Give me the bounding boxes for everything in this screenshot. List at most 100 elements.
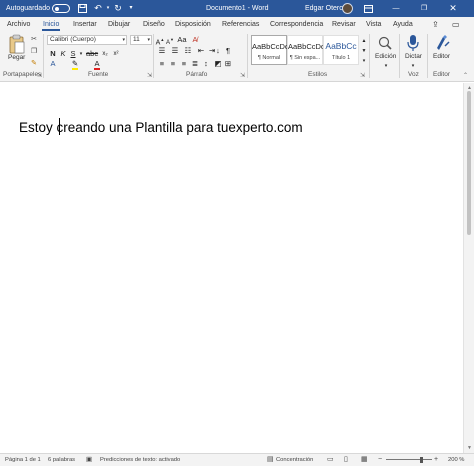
text-predictions-status[interactable]: Predicciones de texto: activado	[100, 454, 180, 466]
paste-icon[interactable]	[8, 34, 26, 54]
paste-button[interactable]: Pegar	[8, 54, 25, 61]
style-heading-1[interactable]: AaBbCc Título 1	[323, 35, 359, 65]
font-name-select[interactable]: Calibri (Cuerpo) ▾	[47, 35, 127, 45]
show-formatting-icon[interactable]: ¶	[223, 46, 233, 56]
align-left-icon[interactable]: ≡	[157, 59, 167, 69]
editing-button[interactable]: Edición	[375, 53, 396, 60]
bold-icon[interactable]: N	[48, 49, 58, 59]
subscript-icon[interactable]: x₂	[100, 49, 110, 59]
align-right-icon[interactable]: ≡	[179, 59, 189, 69]
tab-ayuda[interactable]: Ayuda	[393, 17, 413, 32]
paragraph-launcher-icon[interactable]: ⇲	[240, 72, 245, 79]
superscript-icon[interactable]: x²	[111, 49, 121, 59]
microphone-icon[interactable]	[406, 34, 420, 52]
zoom-out-icon[interactable]: −	[378, 454, 382, 466]
ribbon-display-icon[interactable]	[362, 0, 374, 17]
styles-scroll-up-icon[interactable]: ▲	[359, 36, 369, 46]
restore-icon[interactable]: ❐	[418, 0, 430, 17]
text-cursor	[59, 118, 60, 135]
zoom-slider-thumb[interactable]	[420, 457, 423, 463]
highlight-icon[interactable]: ✎	[70, 59, 80, 70]
dictate-button[interactable]: Dictar	[405, 53, 422, 60]
tab-disposicion[interactable]: Disposición	[175, 17, 211, 32]
tab-archivo[interactable]: Archivo	[7, 17, 30, 32]
tab-correspondencia[interactable]: Correspondencia	[270, 17, 323, 32]
print-layout-icon[interactable]: ▯	[344, 454, 348, 466]
italic-icon[interactable]: K	[58, 49, 68, 59]
redo-icon[interactable]: ↻	[112, 0, 124, 17]
styles-more-icon[interactable]: ▾	[359, 56, 369, 66]
bullets-icon[interactable]: ☰	[157, 46, 167, 56]
word-count[interactable]: 6 palabras	[48, 454, 75, 466]
zoom-in-icon[interactable]: +	[434, 454, 438, 466]
document-text[interactable]: Estoy creando una Plantilla para tuexper…	[19, 120, 303, 135]
font-launcher-icon[interactable]: ⇲	[147, 72, 152, 79]
style-heading-1-name: Título 1	[331, 55, 351, 61]
cut-icon[interactable]: ✂	[30, 36, 38, 44]
strikethrough-icon[interactable]: abc	[86, 49, 98, 59]
decrease-indent-icon[interactable]: ⇤	[196, 46, 206, 56]
page-count[interactable]: Página 1 de 1	[5, 454, 41, 466]
tab-insertar[interactable]: Insertar	[73, 17, 97, 32]
tab-inicio[interactable]: Inicio	[41, 17, 61, 32]
share-icon[interactable]: ⇪	[432, 17, 439, 32]
style-heading-1-sample: AaBbCc	[325, 41, 357, 51]
tab-dibujar[interactable]: Dibujar	[108, 17, 130, 32]
style-no-spacing[interactable]: AaBbCcDc ¶ Sin espa...	[287, 35, 325, 65]
minimize-icon[interactable]: —	[390, 0, 402, 17]
editor-button[interactable]: Editor	[433, 53, 450, 60]
vertical-scrollbar[interactable]: ▲ ▼	[463, 83, 474, 453]
customize-toolbar-icon[interactable]: ▾	[125, 0, 137, 17]
avatar[interactable]	[342, 3, 353, 14]
autosave-toggle[interactable]	[52, 4, 70, 13]
clear-formatting-icon[interactable]: A̸	[190, 35, 200, 45]
web-layout-icon[interactable]: ▦	[361, 454, 368, 466]
search-icon[interactable]	[377, 35, 395, 52]
user-name[interactable]: Edgar Otero	[305, 0, 343, 17]
style-normal[interactable]: AaBbCcDc ¶ Normal	[251, 35, 289, 65]
font-name-value: Calibri (Cuerpo)	[50, 36, 96, 43]
multilevel-list-icon[interactable]: ☷	[183, 46, 193, 56]
zoom-level[interactable]: 200 %	[448, 454, 464, 466]
shading-icon[interactable]: ◩	[213, 59, 223, 69]
focus-mode-button[interactable]: Concentración	[276, 454, 313, 466]
font-color-icon[interactable]: A	[92, 59, 102, 70]
close-icon[interactable]: ✕	[447, 0, 459, 17]
window-title: Documento1 - Word	[206, 5, 269, 12]
styles-launcher-icon[interactable]: ⇲	[360, 72, 365, 79]
scroll-down-icon[interactable]: ▼	[467, 445, 472, 451]
chevron-down-icon[interactable]: ▾	[381, 61, 391, 71]
tab-referencias[interactable]: Referencias	[222, 17, 259, 32]
tab-vista[interactable]: Vista	[366, 17, 381, 32]
collapse-ribbon-icon[interactable]: ⌃	[463, 72, 468, 79]
styles-scroll-down-icon[interactable]: ▼	[359, 46, 369, 56]
style-normal-sample: AaBbCcDc	[252, 42, 289, 51]
tab-revisar[interactable]: Revisar	[332, 17, 356, 32]
format-painter-icon[interactable]: ✎	[30, 60, 38, 68]
font-size-select[interactable]: 11 ▾	[130, 35, 152, 45]
paragraph-group-label: Párrafo	[186, 71, 208, 78]
borders-icon[interactable]: ⊞	[223, 59, 233, 69]
justify-icon[interactable]: ≣	[190, 59, 200, 69]
align-center-icon[interactable]: ≡	[168, 59, 178, 69]
text-effects-icon[interactable]: A	[48, 59, 58, 69]
font-size-value: 11	[133, 36, 140, 43]
editor-icon[interactable]	[434, 34, 452, 52]
comments-icon[interactable]: ▭	[452, 17, 460, 32]
underline-dropdown-icon[interactable]: ▾	[76, 49, 86, 59]
focus-icon[interactable]: ▤	[267, 454, 274, 466]
proofing-icon[interactable]: ▣	[86, 454, 92, 466]
sort-icon[interactable]: ↓	[213, 46, 223, 56]
save-icon[interactable]	[76, 0, 88, 17]
tab-diseno[interactable]: Diseño	[143, 17, 165, 32]
read-mode-icon[interactable]: ▭	[327, 454, 334, 466]
scrollbar-thumb[interactable]	[467, 91, 471, 235]
zoom-slider[interactable]	[386, 459, 432, 460]
copy-icon[interactable]: ❐	[30, 48, 38, 56]
document-canvas[interactable]	[0, 83, 463, 453]
numbering-icon[interactable]: ☰	[170, 46, 180, 56]
line-spacing-icon[interactable]: ↕	[201, 59, 211, 69]
clipboard-launcher-icon[interactable]: ⇲	[37, 72, 42, 79]
change-case-icon[interactable]: Aa	[177, 35, 187, 45]
chevron-down-icon[interactable]: ▾	[408, 61, 418, 71]
